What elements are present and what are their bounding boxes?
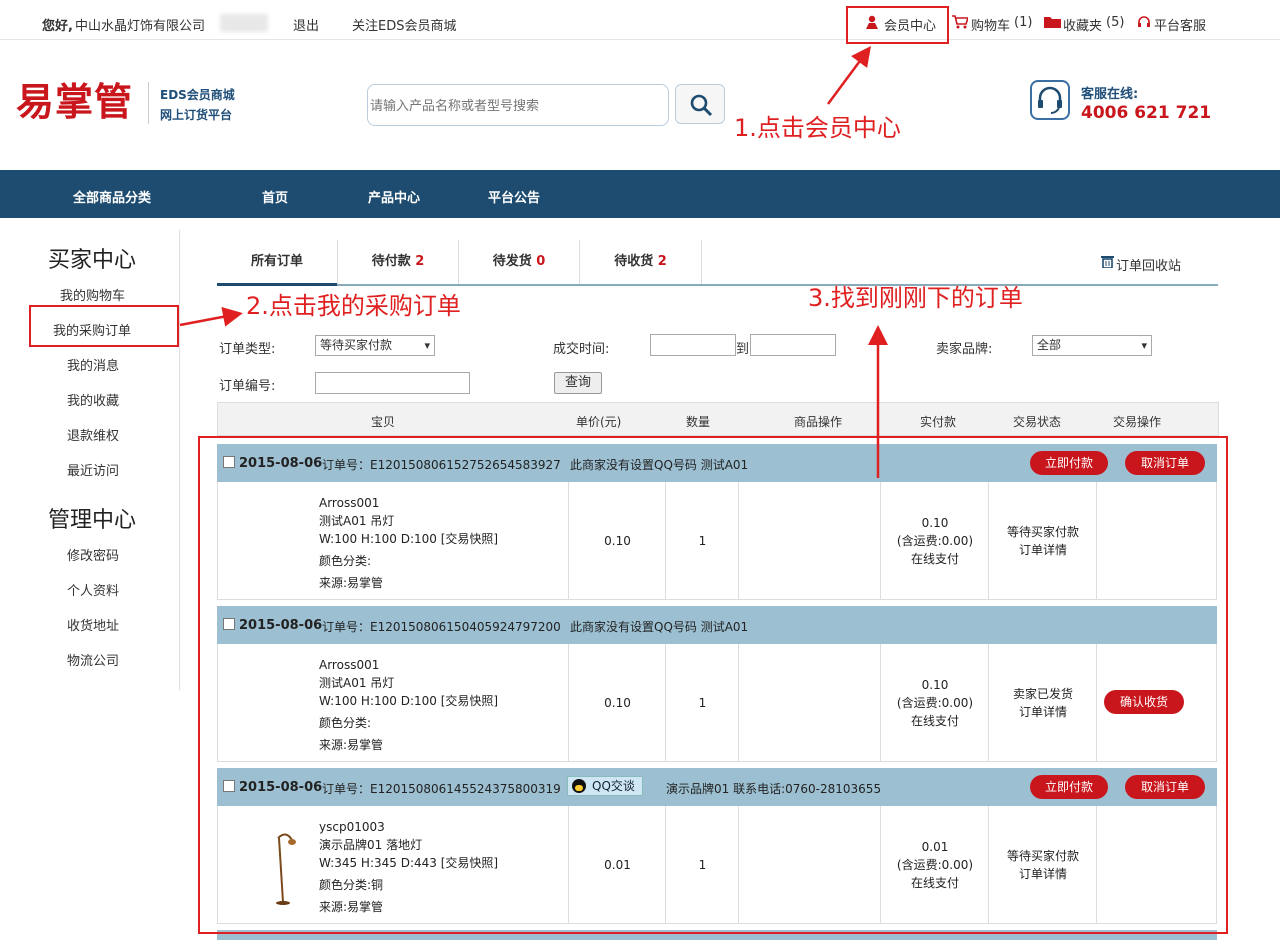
- arrow-step1: [826, 45, 871, 105]
- annotation-step3: 3.找到刚刚下的订单: [808, 284, 1023, 312]
- page: 您好, 中山水晶灯饰有限公司 退出 关注EDS会员商城 会员中心 购物车 (1)…: [0, 0, 1280, 940]
- arrow-step2: [179, 306, 243, 327]
- annotation-arrows: [179, 45, 888, 478]
- annotation-step2: 2.点击我的采购订单: [246, 292, 461, 320]
- annotation-step1: 1.点击会员中心: [734, 114, 901, 142]
